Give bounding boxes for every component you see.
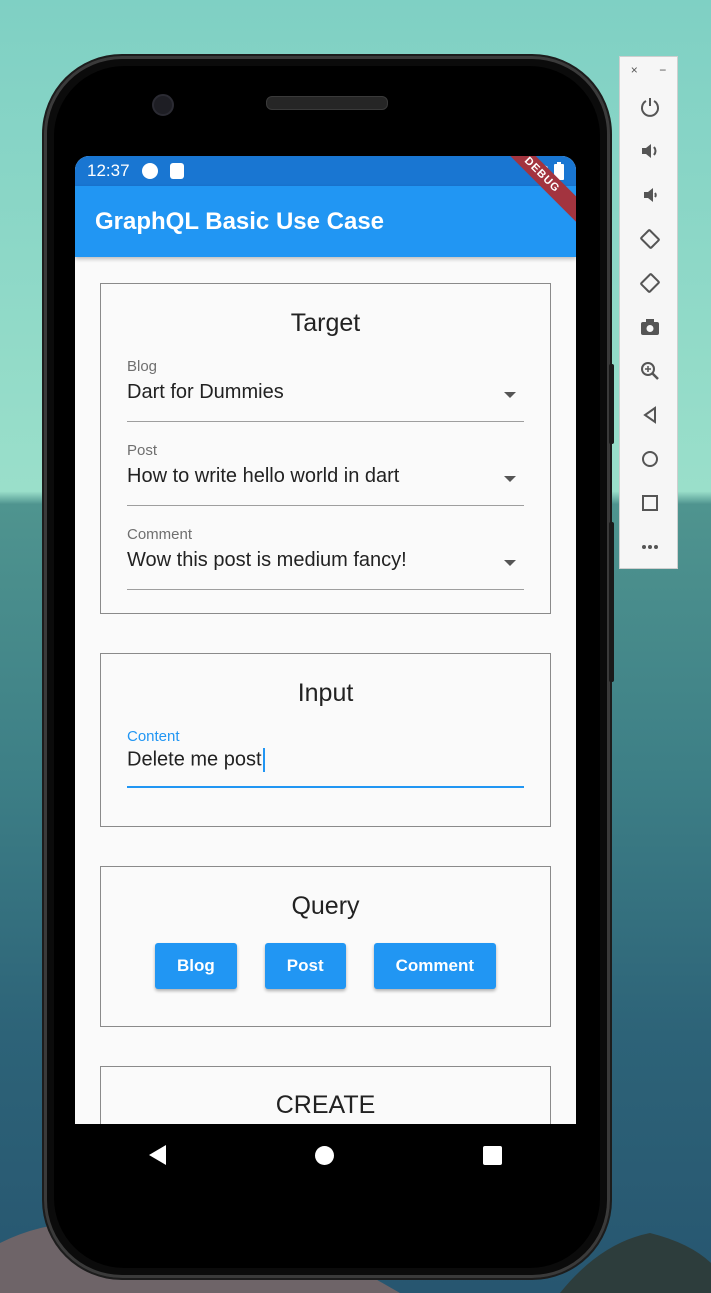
content-field-value[interactable]: Delete me post bbox=[127, 748, 524, 772]
nav-home-icon[interactable] bbox=[314, 1145, 334, 1165]
target-card: Target Blog Dart for Dummies Post How to… bbox=[100, 283, 551, 614]
overview-icon[interactable] bbox=[620, 481, 679, 525]
camera-icon[interactable] bbox=[620, 305, 679, 349]
post-dropdown-label: Post bbox=[127, 442, 158, 459]
blog-dropdown[interactable]: Blog Dart for Dummies bbox=[127, 358, 524, 422]
minimize-icon[interactable]: − bbox=[659, 63, 666, 85]
query-blog-button[interactable]: Blog bbox=[154, 943, 237, 989]
post-dropdown-value: How to write hello world in dart bbox=[127, 465, 400, 487]
content-text-field[interactable]: Content Delete me post bbox=[127, 728, 524, 788]
query-post-button[interactable]: Post bbox=[264, 943, 346, 989]
content-field-label: Content bbox=[127, 728, 180, 745]
more-icon[interactable] bbox=[620, 525, 679, 569]
android-nav-bar bbox=[75, 1124, 576, 1186]
power-button[interactable] bbox=[609, 522, 614, 682]
input-card: Input Content Delete me post bbox=[100, 653, 551, 827]
status-time: 12:37 bbox=[87, 161, 130, 180]
emulator-toolbar: × − bbox=[619, 56, 678, 569]
volume-button[interactable] bbox=[609, 364, 614, 444]
create-title: CREATE bbox=[275, 1091, 376, 1119]
page-content: Target Blog Dart for Dummies Post How to… bbox=[75, 257, 576, 1124]
home-icon[interactable] bbox=[620, 437, 679, 481]
query-title: Query bbox=[291, 892, 360, 920]
front-camera bbox=[152, 94, 174, 116]
nav-back-icon[interactable] bbox=[149, 1145, 167, 1165]
app-title: GraphQL Basic Use Case bbox=[95, 207, 385, 235]
comment-dropdown-label: Comment bbox=[127, 526, 193, 543]
blog-dropdown-value: Dart for Dummies bbox=[127, 381, 284, 403]
query-comment-button[interactable]: Comment bbox=[373, 943, 497, 989]
rotate-right-icon[interactable] bbox=[620, 261, 679, 305]
app-bar: GraphQL Basic Use Case bbox=[75, 186, 576, 257]
earpiece-speaker bbox=[266, 96, 388, 110]
notification-icon bbox=[141, 163, 158, 179]
nav-recents-icon[interactable] bbox=[482, 1145, 502, 1165]
content-field-text: Delete me post bbox=[127, 748, 262, 771]
zoom-icon[interactable] bbox=[620, 349, 679, 393]
comment-dropdown-value: Wow this post is medium fancy! bbox=[127, 549, 407, 571]
comment-dropdown[interactable]: Comment Wow this post is medium fancy! bbox=[127, 526, 524, 590]
volume-down-icon[interactable] bbox=[620, 173, 679, 217]
target-title: Target bbox=[290, 309, 361, 337]
device-screen: 12:37 DEBUG GraphQL Basic Use Case Targe… bbox=[75, 156, 576, 1124]
blog-dropdown-label: Blog bbox=[127, 358, 158, 375]
close-icon[interactable]: × bbox=[631, 63, 638, 85]
query-button-row: Blog Post Comment bbox=[127, 943, 524, 989]
dropdown-arrow-icon bbox=[504, 476, 516, 482]
power-icon[interactable] bbox=[620, 85, 679, 129]
dropdown-arrow-icon bbox=[504, 392, 516, 398]
emulator-window-controls: × − bbox=[620, 57, 677, 85]
create-card: CREATE bbox=[100, 1066, 551, 1124]
input-title: Input bbox=[297, 679, 354, 707]
text-cursor bbox=[262, 748, 265, 772]
sd-card-icon bbox=[169, 163, 184, 179]
rotate-left-icon[interactable] bbox=[620, 217, 679, 261]
back-icon[interactable] bbox=[620, 393, 679, 437]
status-bar: 12:37 bbox=[75, 156, 576, 186]
query-card: Query Blog Post Comment bbox=[100, 866, 551, 1027]
volume-up-icon[interactable] bbox=[620, 129, 679, 173]
dropdown-arrow-icon bbox=[504, 560, 516, 566]
post-dropdown[interactable]: Post How to write hello world in dart bbox=[127, 442, 524, 506]
